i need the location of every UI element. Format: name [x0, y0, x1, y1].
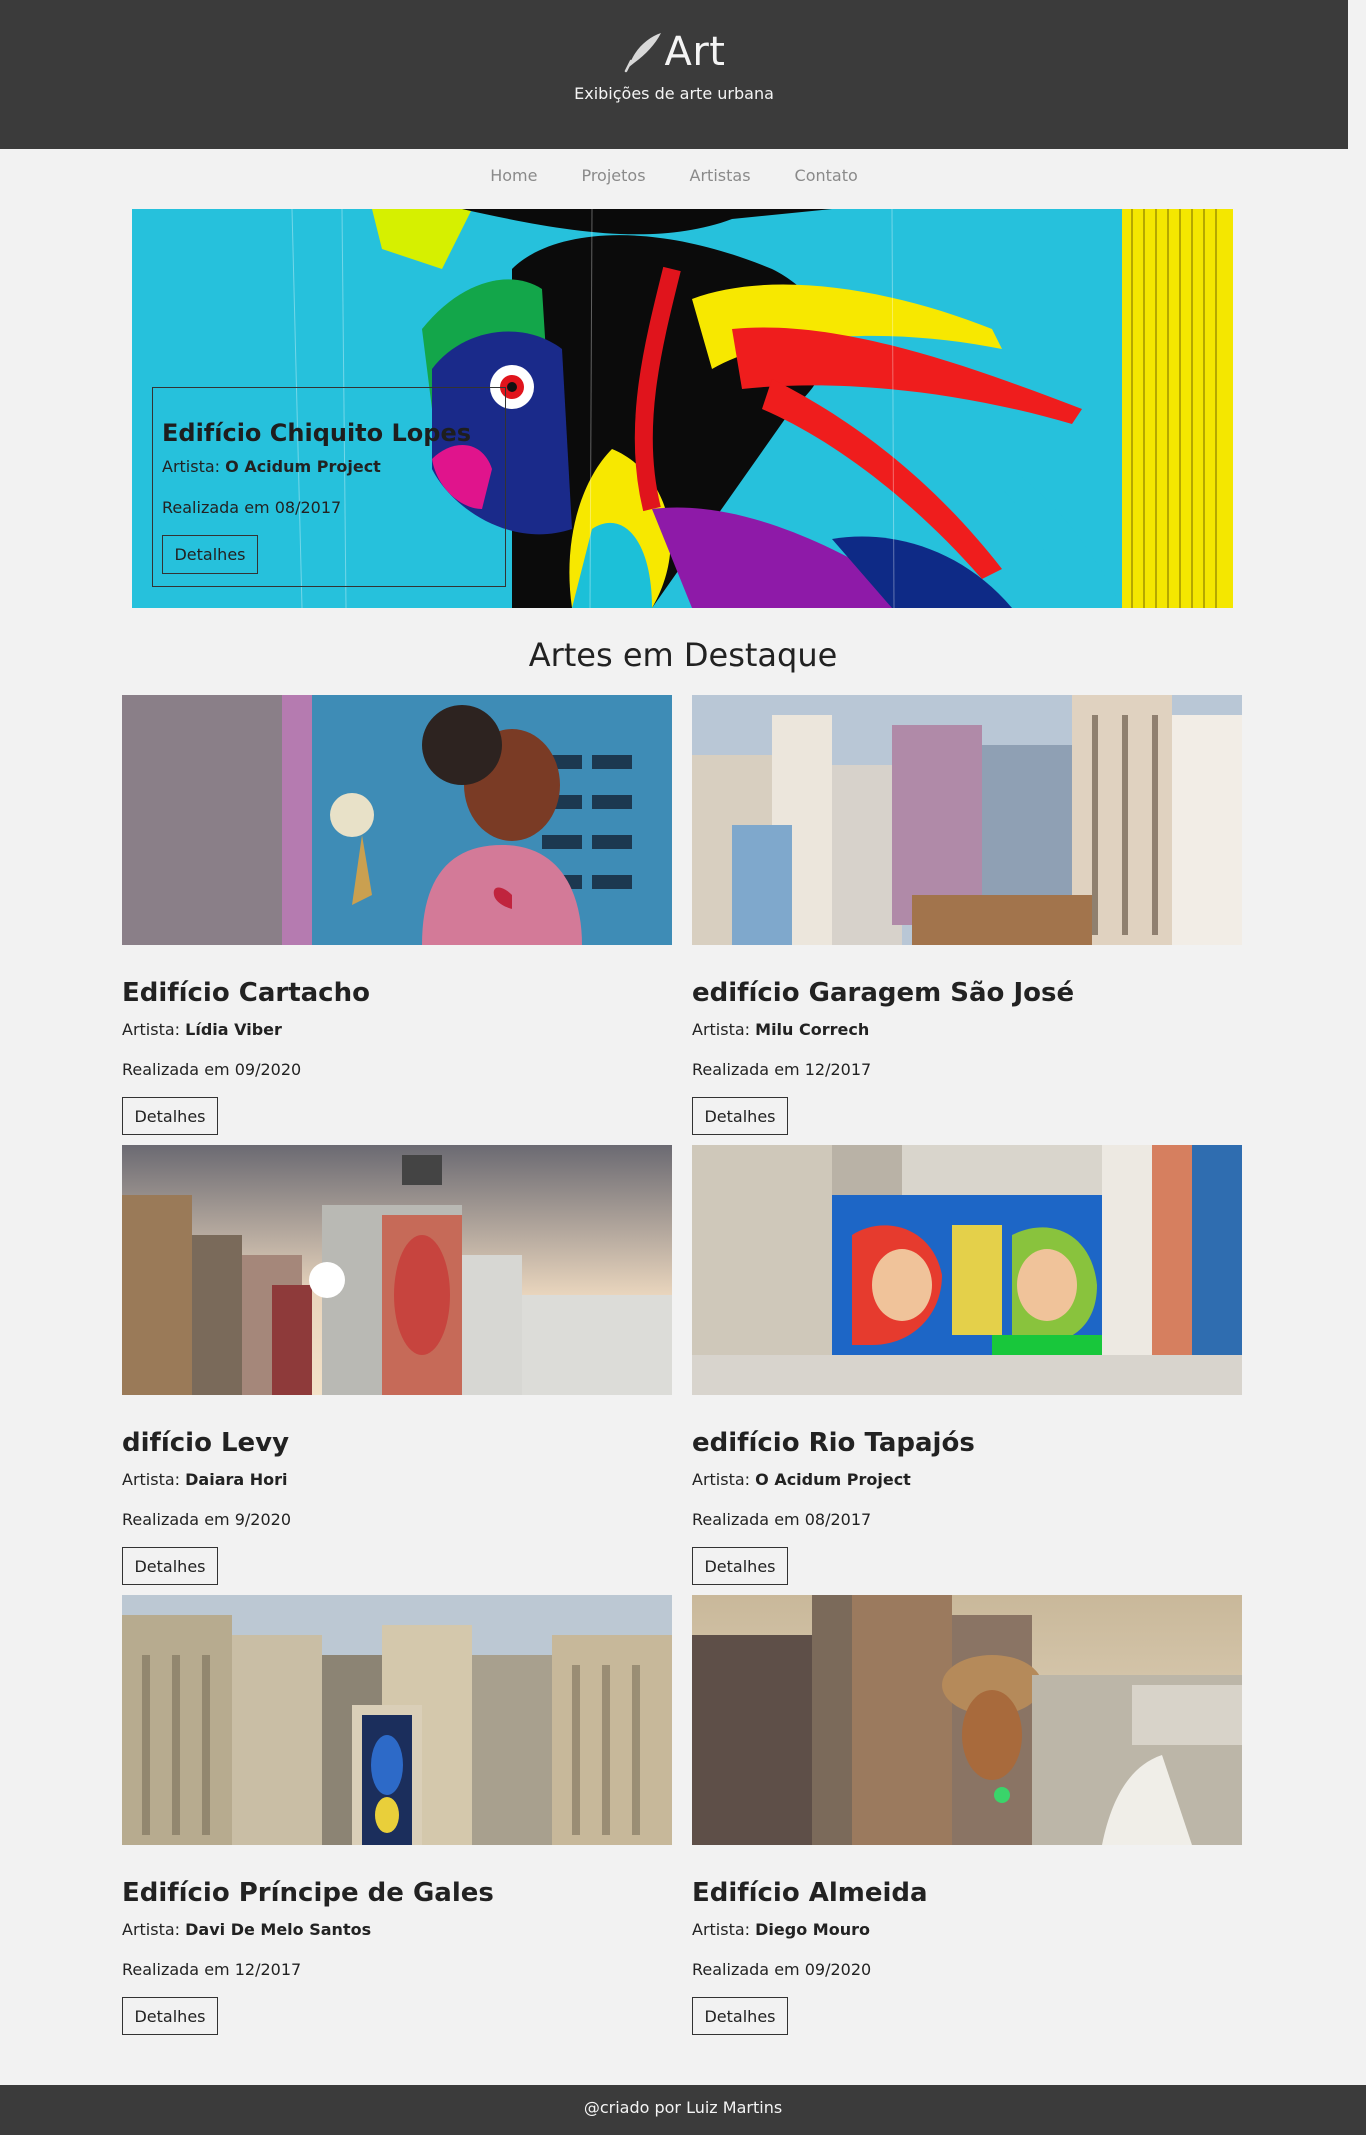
nav-artistas[interactable]: Artistas [690, 166, 751, 190]
art-card-artist: Artista: Daiara Hori [122, 1470, 288, 1489]
main-nav: Home Projetos Artistas Contato [0, 166, 1348, 190]
art-card-image [122, 1145, 672, 1395]
artist-label: Artista: [692, 1020, 751, 1039]
art-card-artist: Artista: Lídia Viber [122, 1020, 282, 1039]
footer-credit: @criado por Luiz Martins [583, 2098, 783, 2117]
hero-details-button[interactable]: Detalhes [162, 535, 258, 574]
art-card-date: Realizada em 08/2017 [692, 1510, 872, 1529]
art-card-artist: Artista: Milu Correch [692, 1020, 869, 1039]
brand[interactable]: Art [0, 28, 1348, 76]
art-card-image [122, 695, 672, 945]
art-card: difício Levy Artista: Daiara Hori Realiz… [122, 1145, 672, 1585]
artist-name: Davi De Melo Santos [185, 1920, 372, 1939]
hero-artist-name: O Acidum Project [225, 457, 381, 476]
art-card-image [692, 1595, 1242, 1845]
artist-name: Lídia Viber [185, 1020, 282, 1039]
page: Art Exibições de arte urbana Home Projet… [0, 0, 1348, 2135]
nav-home[interactable]: Home [490, 166, 537, 190]
site-title: Art [664, 29, 726, 75]
art-card: edifício Rio Tapajós Artista: O Acidum P… [692, 1145, 1242, 1585]
hero-title: Edifício Chiquito Lopes [162, 419, 472, 447]
nav-projetos[interactable]: Projetos [581, 166, 645, 190]
page-scrollbar-gutter[interactable] [1348, 0, 1366, 2135]
artist-label: Artista: [692, 1920, 751, 1939]
art-card-image [122, 1595, 672, 1845]
site-tagline: Exibições de arte urbana [574, 84, 774, 103]
artist-label: Artista: [122, 1470, 181, 1489]
site-header: Art Exibições de arte urbana [0, 0, 1348, 149]
artist-name: O Acidum Project [755, 1470, 911, 1489]
artist-label: Artista: [122, 1020, 181, 1039]
art-card: Edifício Cartacho Artista: Lídia Viber R… [122, 695, 672, 1135]
hero-banner: Edifício Chiquito Lopes Artista: O Acidu… [132, 209, 1233, 608]
details-button[interactable]: Detalhes [122, 1997, 218, 2035]
details-button[interactable]: Detalhes [692, 1997, 788, 2035]
art-card-artist: Artista: O Acidum Project [692, 1470, 911, 1489]
quill-pen-icon [624, 33, 661, 73]
hero-date: Realizada em 08/2017 [162, 498, 342, 517]
art-card: Edifício Príncipe de Gales Artista: Davi… [122, 1595, 672, 2035]
art-card-title: edifício Garagem São José [692, 978, 1075, 1008]
artist-name: Milu Correch [755, 1020, 870, 1039]
site-footer: @criado por Luiz Martins [0, 2085, 1366, 2135]
art-card-date: Realizada em 12/2017 [122, 1960, 302, 1979]
art-card-image [692, 1145, 1242, 1395]
details-button[interactable]: Detalhes [692, 1097, 788, 1135]
art-card: edifício Garagem São José Artista: Milu … [692, 695, 1242, 1135]
art-card-title: Edifício Cartacho [122, 978, 370, 1008]
art-card-date: Realizada em 09/2020 [692, 1960, 872, 1979]
hero-artist: Artista: O Acidum Project [162, 457, 381, 476]
details-button[interactable]: Detalhes [122, 1097, 218, 1135]
hero-artist-label: Artista: [162, 457, 221, 476]
art-card: Edifício Almeida Artista: Diego Mouro Re… [692, 1595, 1242, 2035]
art-card-title: Edifício Almeida [692, 1878, 928, 1908]
details-button[interactable]: Detalhes [122, 1547, 218, 1585]
art-card-title: Edifício Príncipe de Gales [122, 1878, 494, 1908]
art-card-date: Realizada em 9/2020 [122, 1510, 291, 1529]
details-button[interactable]: Detalhes [692, 1547, 788, 1585]
featured-section-title: Artes em Destaque [528, 636, 838, 674]
art-card-date: Realizada em 12/2017 [692, 1060, 872, 1079]
art-card-image [692, 695, 1242, 945]
artist-label: Artista: [122, 1920, 181, 1939]
artist-name: Daiara Hori [185, 1470, 288, 1489]
art-card-title: edifício Rio Tapajós [692, 1428, 975, 1458]
artist-name: Diego Mouro [755, 1920, 870, 1939]
artist-label: Artista: [692, 1470, 751, 1489]
art-card-artist: Artista: Diego Mouro [692, 1920, 870, 1939]
art-card-title: difício Levy [122, 1428, 290, 1458]
nav-contato[interactable]: Contato [795, 166, 858, 190]
art-card-date: Realizada em 09/2020 [122, 1060, 302, 1079]
art-card-artist: Artista: Davi De Melo Santos [122, 1920, 371, 1939]
